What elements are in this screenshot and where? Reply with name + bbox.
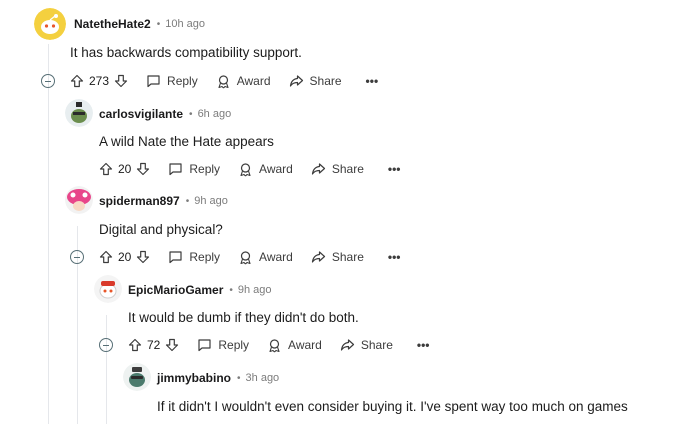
upvote-icon[interactable] — [70, 74, 84, 88]
timestamp[interactable]: 3h ago — [246, 372, 280, 384]
vote-count: 72 — [147, 338, 161, 352]
separator-dot: • — [185, 195, 190, 207]
award-icon — [240, 250, 251, 264]
username[interactable]: carlosvigilante — [99, 107, 183, 121]
award-label: Award — [259, 250, 293, 264]
timestamp[interactable]: 10h ago — [165, 18, 205, 30]
more-options-button[interactable]: ••• — [388, 251, 401, 263]
reply-label: Reply — [189, 250, 221, 264]
downvote-icon[interactable] — [114, 74, 128, 88]
comment-icon — [169, 251, 182, 264]
comment-icon — [198, 339, 211, 352]
downvote-icon[interactable] — [136, 162, 150, 176]
share-button[interactable]: Share — [289, 74, 342, 88]
comment-header: jimmybabino • 3h ago — [157, 368, 279, 388]
share-icon — [289, 75, 303, 87]
share-label: Share — [360, 338, 393, 352]
share-icon — [340, 339, 354, 351]
avatar[interactable] — [123, 363, 151, 391]
vote-count: 20 — [118, 250, 132, 264]
share-button[interactable]: Share — [311, 162, 364, 176]
username[interactable]: spiderman897 — [99, 194, 180, 208]
more-options-button[interactable]: ••• — [417, 339, 430, 351]
snoo-avatar-icon — [94, 275, 122, 303]
reply-button[interactable]: Reply — [146, 74, 198, 88]
more-options-button[interactable]: ••• — [388, 163, 401, 175]
share-icon — [311, 251, 325, 263]
separator-dot: • — [189, 108, 193, 120]
upvote-icon[interactable] — [99, 162, 113, 176]
share-label: Share — [309, 74, 342, 88]
reply-label: Reply — [218, 338, 250, 352]
reply-button[interactable]: Reply — [168, 250, 220, 264]
separator-dot: • — [229, 284, 233, 296]
award-icon — [269, 338, 280, 352]
downvote-icon[interactable] — [165, 338, 179, 352]
username[interactable]: jimmybabino — [157, 371, 231, 385]
reply-label: Reply — [189, 162, 221, 176]
collapse-button[interactable] — [70, 250, 84, 264]
thread-line[interactable] — [106, 315, 107, 424]
snoo-avatar-icon — [65, 99, 93, 127]
collapse-button[interactable] — [41, 74, 55, 88]
reply-button[interactable]: Reply — [168, 162, 220, 176]
snoo-avatar-icon — [65, 186, 93, 214]
share-button[interactable]: Share — [340, 338, 393, 352]
vote-count: 273 — [89, 74, 110, 88]
more-options-button[interactable]: ••• — [366, 75, 379, 87]
avatar[interactable] — [65, 186, 93, 214]
comment-icon — [169, 163, 182, 176]
reply-label: Reply — [167, 74, 198, 88]
award-button[interactable]: Award — [216, 74, 271, 89]
comment-actions: 20 Reply Award Share ••• — [70, 246, 400, 268]
vote-count: 20 — [118, 162, 132, 176]
separator-dot: • — [237, 372, 241, 384]
avatar[interactable] — [65, 99, 93, 127]
comment-icon — [147, 75, 160, 88]
timestamp[interactable]: 6h ago — [198, 108, 232, 120]
award-button[interactable]: Award — [238, 162, 293, 177]
comment-header: carlosvigilante • 6h ago — [99, 104, 231, 124]
comment-body: It has backwards compatibility support. — [70, 45, 302, 60]
share-label: Share — [331, 162, 364, 176]
upvote-icon[interactable] — [99, 250, 113, 264]
comment-body: It would be dumb if they didn't do both. — [128, 310, 359, 325]
snoo-avatar-icon — [123, 363, 151, 391]
share-button[interactable]: Share — [311, 250, 364, 264]
thread-line[interactable] — [48, 44, 49, 424]
award-button[interactable]: Award — [238, 250, 293, 265]
comment-body: Digital and physical? — [99, 222, 223, 237]
award-button[interactable]: Award — [267, 338, 322, 353]
collapse-button[interactable] — [99, 338, 113, 352]
comment-actions: 273 Reply Award Share ••• — [41, 70, 378, 92]
username[interactable]: EpicMarioGamer — [128, 283, 223, 297]
username[interactable]: NatetheHate2 — [74, 17, 151, 31]
comment-header: EpicMarioGamer • 9h ago — [128, 280, 272, 300]
upvote-icon[interactable] — [128, 338, 142, 352]
share-label: Share — [331, 250, 364, 264]
avatar[interactable] — [34, 8, 66, 40]
comment-actions: 20 Reply Award Share ••• — [99, 158, 400, 180]
comment-body: A wild Nate the Hate appears — [99, 134, 274, 149]
comment-header: spiderman897 • 9h ago — [99, 191, 228, 211]
downvote-icon[interactable] — [136, 250, 150, 264]
award-label: Award — [288, 338, 322, 352]
award-icon — [218, 74, 229, 88]
award-label: Award — [259, 162, 293, 176]
timestamp[interactable]: 9h ago — [194, 195, 228, 207]
snoo-avatar-icon — [34, 8, 66, 40]
share-icon — [311, 163, 325, 175]
comment-actions: 72 Reply Award Share ••• — [99, 334, 429, 356]
comment-header: NatetheHate2 • 10h ago — [74, 14, 205, 34]
reply-button[interactable]: Reply — [197, 338, 249, 352]
timestamp[interactable]: 9h ago — [238, 284, 272, 296]
award-label: Award — [236, 74, 271, 88]
avatar[interactable] — [94, 275, 122, 303]
award-icon — [240, 162, 251, 176]
comment-body: If it didn't I wouldn't even consider bu… — [157, 399, 628, 414]
separator-dot: • — [156, 18, 161, 30]
